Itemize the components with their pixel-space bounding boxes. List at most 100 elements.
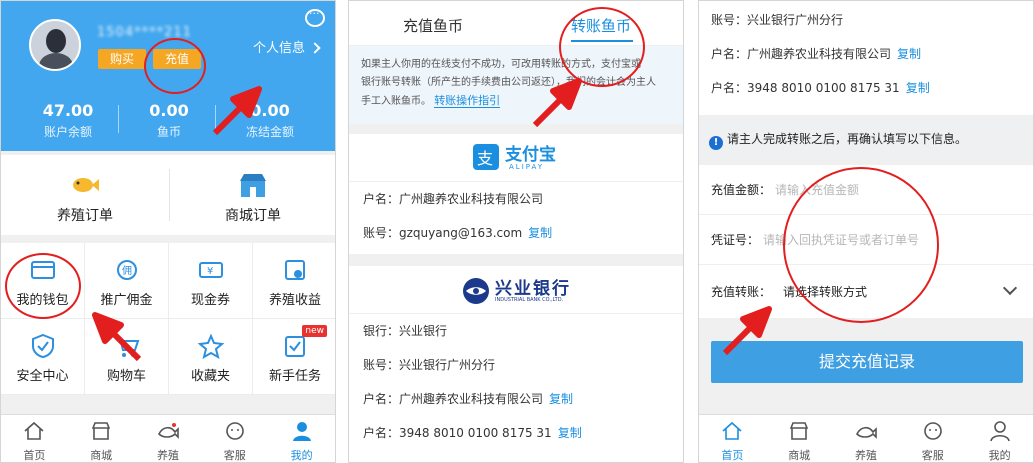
copy-button[interactable]: 复制 (906, 81, 930, 95)
annotation-arrow (532, 78, 582, 128)
tab-home[interactable]: 首页 (699, 415, 766, 462)
holder-row: 户名：广州趣养农业科技有限公司 复制 (699, 37, 1033, 71)
bank-number: 户名：3948 8010 0100 8175 31 (363, 426, 552, 440)
tab-service[interactable]: 客服 (201, 415, 268, 462)
bank-icon (463, 278, 489, 304)
user-icon (989, 421, 1010, 442)
field-label: 凭证号： (711, 233, 760, 247)
alipay-name: 支付宝 (505, 145, 556, 165)
tab-store[interactable]: 商城 (68, 415, 135, 462)
panel-transfer-info: 充值鱼币 转账鱼币 如果主人你用的在线支付不成功，可改用转账的方式，支付宝或 银… (348, 0, 684, 463)
service-icon (923, 422, 942, 440)
account-row: 账号：兴业银行广州分行 (711, 13, 844, 27)
message-icon[interactable] (305, 7, 325, 27)
bank-sub: INDUSTRIAL BANK CO.,LTD. (495, 297, 564, 303)
coupon-icon: ¥ (198, 262, 223, 278)
copy-button[interactable]: 复制 (528, 226, 552, 240)
copy-button[interactable]: 复制 (897, 47, 921, 61)
stat-label: 鱼币 (156, 125, 181, 139)
grid-item-income[interactable]: 养殖收益 (253, 243, 335, 319)
annotation-circle (783, 167, 939, 323)
orders-section: 养殖订单 商城订单 (1, 155, 335, 235)
income-icon (285, 260, 305, 280)
grid-item-label: 安全中心 (16, 369, 69, 384)
number-row: 户名：3948 8010 0100 8175 31 复制 (699, 71, 1033, 105)
copy-button[interactable]: 复制 (558, 426, 582, 440)
annotation-circle (5, 253, 81, 319)
holder-text: 户名：广州趣养农业科技有限公司 (711, 47, 892, 61)
tab-farm[interactable]: 养殖 (833, 415, 900, 462)
commission-icon: 佣 (116, 260, 137, 280)
fish-icon (73, 178, 99, 192)
svg-text:佣: 佣 (122, 265, 132, 277)
tip-text: 请主人完成转账之后，再确认填写以下信息。 (727, 132, 968, 146)
tab-farm[interactable]: 养殖 (135, 415, 202, 462)
avatar[interactable] (29, 19, 81, 71)
tab-service[interactable]: 客服 (899, 415, 966, 462)
store-icon (790, 422, 809, 440)
grid-item-coupon[interactable]: ¥ 现金券 (169, 243, 253, 319)
stat-value: 47.00 (42, 101, 94, 120)
field-label: 充值转账： (711, 285, 772, 299)
bank-name: 兴业银行 (495, 279, 571, 299)
tab-mine[interactable]: 我的 (966, 415, 1033, 462)
annotation-circle (144, 38, 206, 94)
tab-mine[interactable]: 我的 (268, 415, 335, 462)
farming-orders[interactable]: 养殖订单 (1, 155, 169, 235)
transfer-guide-link[interactable]: 转账操作指引 (434, 94, 501, 108)
profile-link[interactable]: 个人信息 (252, 37, 321, 56)
service-icon (225, 422, 244, 440)
tab-home[interactable]: 首页 (1, 415, 68, 462)
shop-orders[interactable]: 商城订单 (169, 155, 335, 235)
grid-item-security[interactable]: 安全中心 (1, 319, 85, 395)
stat-balance[interactable]: 47.00 账户余额 (13, 101, 123, 140)
bank-holder: 户名：广州趣养农业科技有限公司 (363, 392, 544, 406)
tab-label: 客服 (921, 449, 944, 462)
alipay-holder: 户名：广州趣养农业科技有限公司 (363, 192, 544, 206)
bank-info: 账号：兴业银行广州分行 户名：广州趣养农业科技有限公司 复制 户名：3948 80… (699, 1, 1033, 115)
alipay-card: 支 支付宝 ALIPAY 户名：广州趣养农业科技有限公司 账号：gzquyang… (349, 134, 683, 254)
fish-farm-icon (856, 426, 877, 439)
alipay-logo: 支 支付宝 ALIPAY (349, 134, 683, 182)
info-icon: ! (709, 136, 723, 150)
panel-confirm-transfer: 账号：兴业银行广州分行 户名：广州趣养农业科技有限公司 复制 户名：3948 80… (698, 0, 1034, 463)
tab-store[interactable]: 商城 (766, 415, 833, 462)
tab-label: 养殖 (854, 449, 877, 462)
grid-item-tasks[interactable]: new 新手任务 (253, 319, 335, 395)
tab-label: 商城 (788, 449, 811, 462)
annotation-arrow (212, 86, 262, 136)
tab-label: 首页 (721, 449, 744, 462)
new-badge: new (302, 325, 327, 337)
tab-label: 首页 (23, 449, 46, 462)
home-icon (24, 421, 44, 440)
copy-button[interactable]: 复制 (549, 392, 573, 406)
stat-fish-coin[interactable]: 0.00 鱼币 (114, 101, 224, 140)
order-label: 商城订单 (225, 208, 281, 224)
bank-card: 兴业银行 INDUSTRIAL BANK CO.,LTD. 银行：兴业银行 账号… (349, 266, 683, 462)
store-icon (92, 422, 111, 440)
shop-icon (240, 174, 266, 197)
user-icon (292, 422, 311, 441)
stat-value: 0.00 (149, 101, 189, 120)
order-label: 养殖订单 (57, 208, 113, 224)
tab-recharge-coin[interactable]: 充值鱼币 (403, 15, 463, 36)
tab-label: 商城 (90, 449, 113, 462)
field-label: 充值金额： (711, 183, 772, 197)
grid-item-label: 购物车 (106, 369, 146, 384)
bottom-tabbar: 首页 商城 养殖 客服 我的 (699, 414, 1033, 462)
grid-item-label: 现金券 (190, 293, 230, 308)
buy-button[interactable]: 购买 (98, 49, 146, 69)
chevron-down-icon (1002, 280, 1018, 296)
fish-farm-icon (158, 423, 179, 439)
svg-text:¥: ¥ (207, 266, 213, 277)
star-icon (197, 333, 224, 359)
alipay-account-row: 账号：gzquyang@163.com 复制 (349, 216, 683, 250)
bottom-tabbar: 首页 商城 养殖 客服 我的 (1, 414, 335, 462)
tab-label: 我的 (988, 449, 1011, 462)
tab-label: 我的 (290, 449, 313, 462)
profile-link-label: 个人信息 (252, 41, 305, 56)
bank-account-row: 账号：兴业银行广州分行 (363, 358, 496, 372)
grid-item-favorites[interactable]: 收藏夹 (169, 319, 253, 395)
annotation-arrow (92, 312, 142, 362)
grid-item-label: 新手任务 (268, 369, 321, 384)
